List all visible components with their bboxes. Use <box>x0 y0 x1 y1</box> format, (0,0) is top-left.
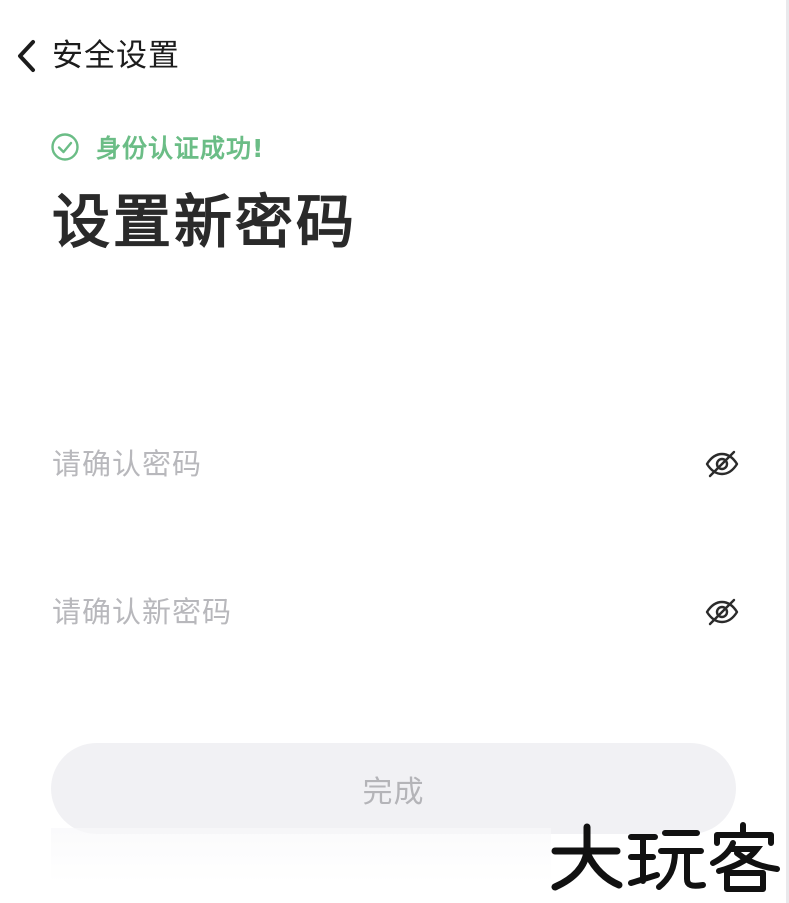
eye-off-icon <box>705 450 739 478</box>
page-title: 设置新密码 <box>52 188 358 256</box>
watermark-logo <box>551 822 780 892</box>
eye-off-icon <box>705 598 739 626</box>
new-password-field <box>52 582 742 642</box>
check-circle-icon <box>50 132 80 162</box>
auth-status: 身份认证成功! <box>50 129 264 165</box>
back-button[interactable] <box>8 36 44 76</box>
header-bar: 安全设置 <box>0 22 786 88</box>
auth-status-text: 身份认证成功! <box>96 134 265 163</box>
password-visibility-toggle[interactable] <box>702 592 742 632</box>
chevron-left-icon <box>18 40 35 72</box>
new-password-input[interactable] <box>52 595 702 629</box>
footer-faint-area <box>51 828 551 883</box>
confirm-password-field <box>52 434 742 494</box>
confirm-password-input[interactable] <box>52 447 702 481</box>
header-title: 安全设置 <box>52 38 180 74</box>
password-visibility-toggle[interactable] <box>702 444 742 484</box>
